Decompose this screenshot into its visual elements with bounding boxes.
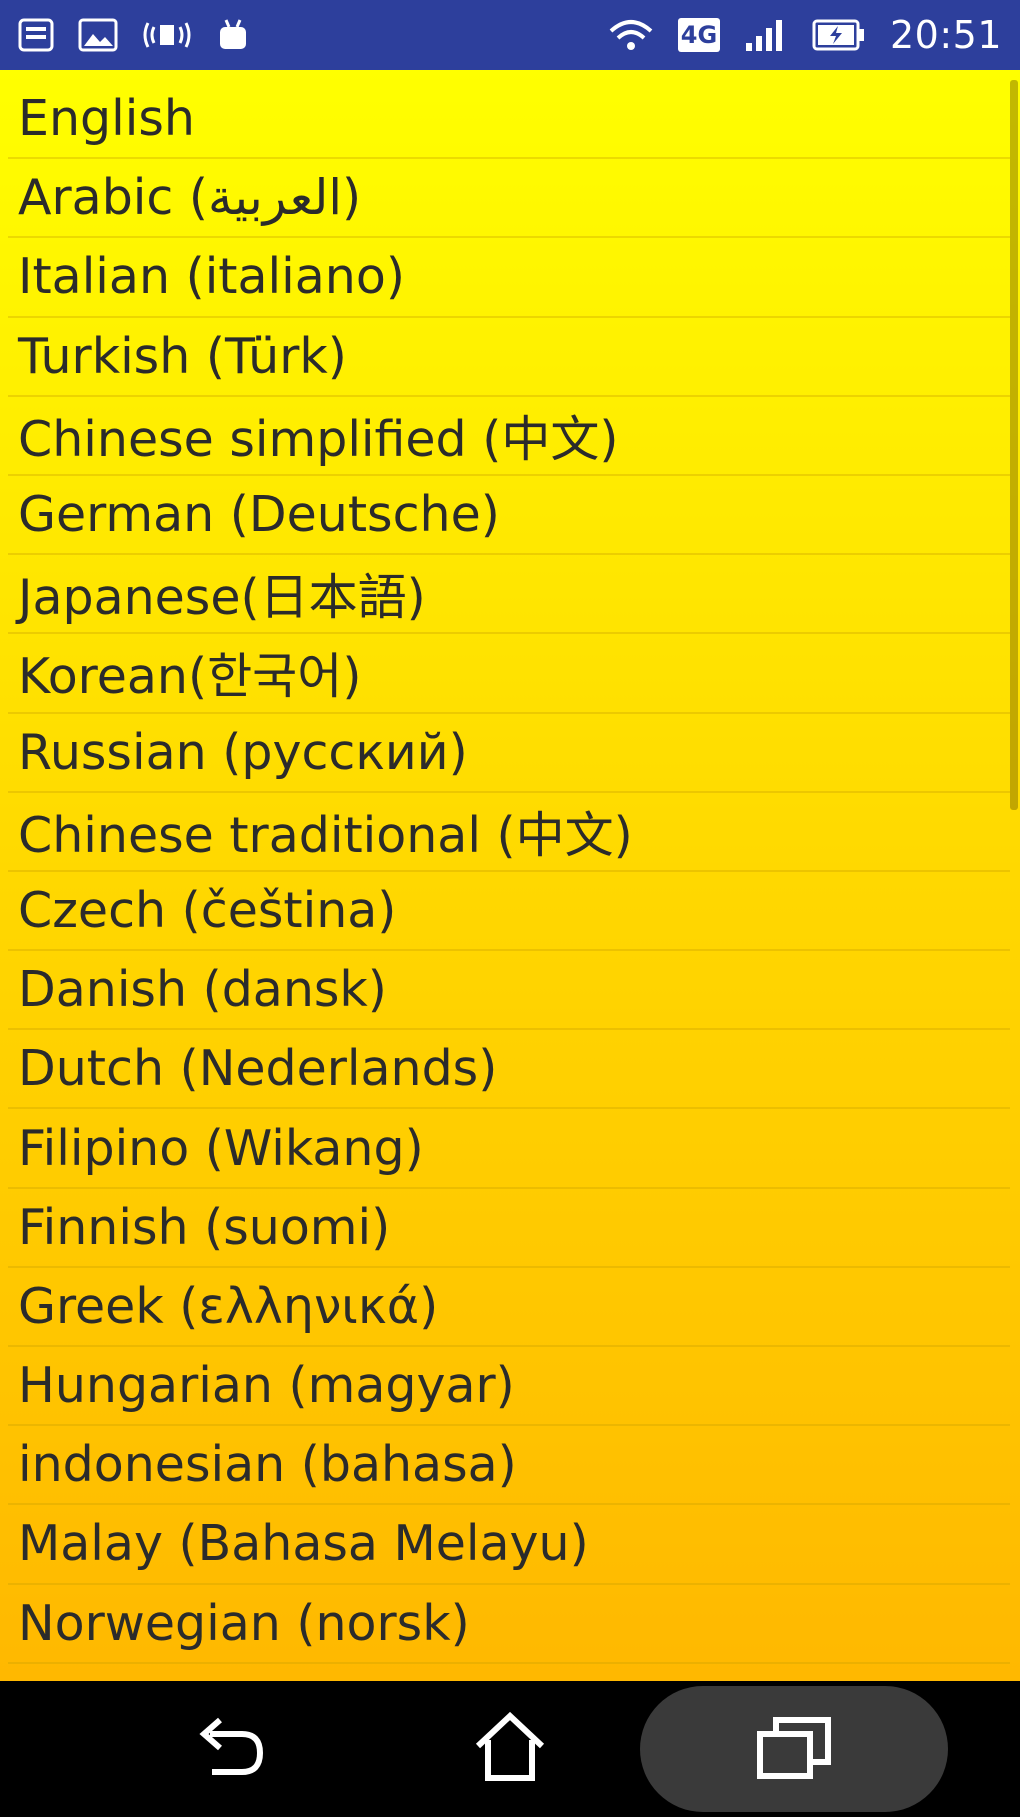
- status-bar: 4G 20:51: [0, 0, 1020, 70]
- gallery-icon: [78, 18, 118, 52]
- language-item-czech[interactable]: Czech (čeština): [8, 872, 1010, 952]
- language-item-filipino[interactable]: Filipino (Wikang): [8, 1109, 1010, 1189]
- 4g-icon: 4G: [677, 18, 720, 52]
- language-item-malay[interactable]: Malay (Bahasa Melayu): [8, 1505, 1010, 1585]
- language-item-korean[interactable]: Korean(한국어): [8, 634, 1010, 714]
- home-icon: [470, 1710, 550, 1788]
- network-type-label: 4G: [677, 18, 720, 52]
- language-item-japanese[interactable]: Japanese(日本語): [8, 555, 1010, 635]
- language-item-hungarian[interactable]: Hungarian (magyar): [8, 1347, 1010, 1427]
- battery-icon: [812, 18, 866, 52]
- language-list-container: English Arabic (العربية) Italian (italia…: [0, 70, 1020, 1681]
- recent-apps-icon: [754, 1712, 834, 1786]
- android-icon: [216, 17, 250, 53]
- list-scrollbar[interactable]: [1010, 80, 1018, 810]
- language-item-chinese-simplified[interactable]: Chinese simplified (中文): [8, 397, 1010, 476]
- status-bar-right: 4G 20:51: [608, 13, 1002, 57]
- language-item-finnish[interactable]: Finnish (suomi): [8, 1189, 1010, 1268]
- navigation-bar: [0, 1681, 1020, 1817]
- language-item-chinese-traditional[interactable]: Chinese traditional (中文): [8, 793, 1010, 872]
- language-item-greek[interactable]: Greek (ελληνικά): [8, 1268, 1010, 1347]
- language-item-arabic[interactable]: Arabic (العربية): [8, 159, 1010, 239]
- wifi-icon: [608, 17, 654, 53]
- language-item-dutch[interactable]: Dutch (Nederlands): [8, 1030, 1010, 1110]
- recent-apps-button[interactable]: [640, 1686, 948, 1812]
- image-icon: [18, 18, 54, 52]
- language-item-russian[interactable]: Russian (русский): [8, 714, 1010, 793]
- nfc-icon: [142, 18, 192, 52]
- language-item-italian[interactable]: Italian (italiano): [8, 238, 1010, 318]
- language-item-english[interactable]: English: [8, 80, 1010, 160]
- signal-icon: [744, 17, 788, 53]
- language-item-turkish[interactable]: Turkish (Türk): [8, 318, 1010, 397]
- language-item-indonesian[interactable]: indonesian (bahasa): [8, 1426, 1010, 1506]
- back-icon: [190, 1712, 270, 1786]
- language-list: English Arabic (العربية) Italian (italia…: [8, 80, 1010, 1664]
- status-bar-left: [18, 17, 250, 53]
- back-button[interactable]: [170, 1681, 290, 1817]
- status-time: 20:51: [889, 13, 1002, 57]
- language-item-german[interactable]: German (Deutsche): [8, 476, 1010, 556]
- home-button[interactable]: [450, 1681, 570, 1817]
- language-item-danish[interactable]: Danish (dansk): [8, 951, 1010, 1031]
- language-item-norwegian[interactable]: Norwegian (norsk): [8, 1585, 1010, 1664]
